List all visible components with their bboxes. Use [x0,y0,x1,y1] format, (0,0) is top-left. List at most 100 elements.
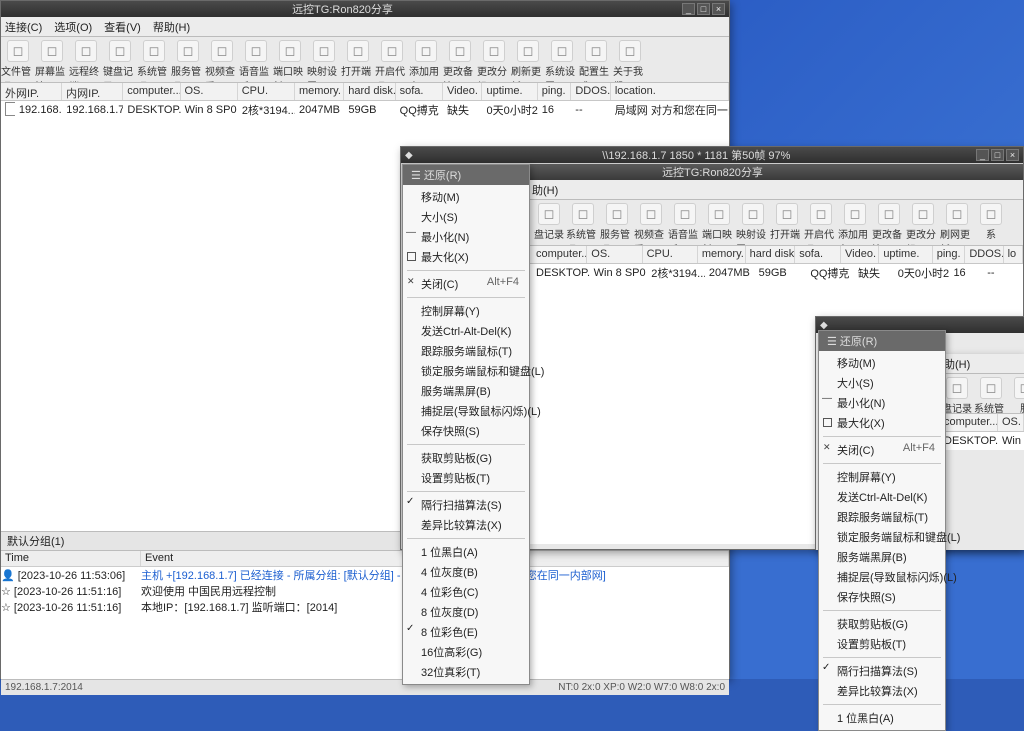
toolbar-开启代理[interactable]: ◻开启代理 [804,202,838,246]
ctx-item[interactable]: 捕捉层(导致鼠标闪烁)(L) [403,401,529,421]
ctx-item[interactable]: 跟踪服务端鼠标(T) [819,507,945,527]
inner-col-4[interactable]: hard disk. [746,246,796,263]
nested-col-0[interactable]: computer... [940,414,998,431]
toolbar-更改分组[interactable]: ◻更改分组 [906,202,940,246]
ctx-item[interactable]: 锁定服务端鼠标和键盘(L) [403,361,529,381]
ctx-item[interactable]: 最大化(X) [403,247,529,267]
ctx-close[interactable]: 关闭(C)Alt+F4 [819,440,945,460]
log-row[interactable]: ☆ [2023-10-26 11:51:16]本地IP：[192.168.1.7… [1,599,729,615]
ctx-item[interactable]: 最大化(X) [819,413,945,433]
toolbar-更改分组[interactable]: ◻更改分组 [477,39,511,83]
close-button[interactable]: × [712,3,725,15]
ctx-item[interactable]: 大小(S) [819,373,945,393]
menu-help[interactable]: 帮助(H) [153,19,190,35]
ctx-item[interactable]: 捕捉层(导致鼠标闪烁)(L) [819,567,945,587]
main-col-12[interactable]: location. [611,83,729,100]
ctx-item[interactable]: 保存快照(S) [403,421,529,441]
main-menubar[interactable]: 连接(C) 选项(O) 查看(V) 帮助(H) [1,17,729,37]
row-checkbox[interactable] [5,102,15,116]
ctx-item[interactable]: 获取剪贴板(G) [819,614,945,634]
ctx-item[interactable]: 服务端黑屏(B) [819,547,945,567]
toolbar-更改备注[interactable]: ◻更改备注 [443,39,477,83]
inner-col-10[interactable]: lo [1004,246,1023,263]
toolbar-屏幕监控[interactable]: ◻屏幕监控 [35,39,69,83]
main-col-7[interactable]: sofa. [396,83,443,100]
ctx-item[interactable]: 最小化(N) [403,227,529,247]
main-col-6[interactable]: hard disk. [344,83,395,100]
ctx-item[interactable]: 4 位灰度(B) [403,562,529,582]
log-col-time[interactable]: Time [1,551,141,566]
toolbar-系[interactable]: ◻系 [974,202,1008,242]
inner-col-3[interactable]: memory. [698,246,746,263]
log-row[interactable]: 👤 [2023-10-26 11:53:06]主机 +[192.168.1.7]… [1,567,729,583]
toolbar-服务管理[interactable]: ◻服务管理 [171,39,205,83]
ctx-item[interactable]: 发送Ctrl-Alt-Del(K) [403,321,529,341]
ctx-item[interactable]: 32位真彩(T) [403,662,529,682]
toolbar-端口映射[interactable]: ◻端口映射 [273,39,307,83]
remote-min-button[interactable]: _ [976,149,989,161]
main-col-0[interactable]: 外网IP. [1,83,62,100]
main-col-2[interactable]: computer... [123,83,180,100]
inner-col-9[interactable]: DDOS. [965,246,1003,263]
inner-col-8[interactable]: ping. [933,246,966,263]
inner-col-5[interactable]: sofa. [795,246,841,263]
ctx-item[interactable]: 服务端黑屏(B) [403,381,529,401]
main-col-5[interactable]: memory. [295,83,344,100]
ctx-close[interactable]: 关闭(C)Alt+F4 [403,274,529,294]
ctx-item[interactable]: 差异比较算法(X) [403,515,529,535]
toolbar-文件管理[interactable]: ◻文件管理 [1,39,35,83]
menu-options[interactable]: 选项(O) [54,19,92,35]
ctx-item[interactable]: 隔行扫描算法(S) [403,495,529,515]
ctx-item[interactable]: 16位高彩(G) [403,642,529,662]
toolbar-视频查看[interactable]: ◻视频查看 [634,202,668,246]
inner-col-0[interactable]: computer... [532,246,587,263]
group-tab-default[interactable]: 默认分组(1) [7,533,64,549]
context-menu-1[interactable]: ☰ 还原(R)移动(M)大小(S)最小化(N)最大化(X)关闭(C)Alt+F4… [402,164,530,685]
toolbar-映射设置[interactable]: ◻映射设置 [736,202,770,246]
main-col-8[interactable]: Video. [443,83,483,100]
log-body[interactable]: 👤 [2023-10-26 11:53:06]主机 +[192.168.1.7]… [1,567,729,615]
main-col-9[interactable]: uptime. [482,83,537,100]
ctx-item[interactable]: 差异比较算法(X) [819,681,945,701]
ctx-item[interactable]: 8 位彩色(E) [403,622,529,642]
menu-view[interactable]: 查看(V) [104,19,141,35]
inner-menu-help[interactable]: 助(H) [532,182,558,198]
remote-max-button[interactable]: □ [991,149,1004,161]
ctx-item[interactable]: 发送Ctrl-Alt-Del(K) [819,487,945,507]
toolbar-配置生成[interactable]: ◻配置生成 [579,39,613,83]
ctx-item[interactable]: 控制屏幕(Y) [403,301,529,321]
toolbar-系统管理[interactable]: ◻系统管理 [137,39,171,83]
ctx-item[interactable]: 最小化(N) [819,393,945,413]
toolbar-关于我们[interactable]: ◻关于我们 [613,39,647,83]
toolbar-系统管理[interactable]: ◻系统管理 [974,376,1008,414]
ctx-item[interactable]: 1 位黑白(A) [403,542,529,562]
ctx-item[interactable]: 8 位灰度(D) [403,602,529,622]
toolbar-语音监听[interactable]: ◻语音监听 [668,202,702,246]
toolbar-打开端口[interactable]: ◻打开端口 [341,39,375,83]
maximize-button[interactable]: □ [697,3,710,15]
nested-menu-help[interactable]: 助(H) [944,356,970,372]
toolbar-刷网更新[interactable]: ◻刷网更新 [940,202,974,246]
toolbar-开启代理[interactable]: ◻开启代理 [375,39,409,83]
minimize-button[interactable]: _ [682,3,695,15]
main-col-11[interactable]: DDOS. [571,83,611,100]
toolbar-服务管理[interactable]: ◻服务管理 [600,202,634,246]
toolbar-映射设置[interactable]: ◻映射设置 [307,39,341,83]
toolbar-打开端口[interactable]: ◻打开端口 [770,202,804,246]
ctx-item[interactable]: 设置剪贴板(T) [819,634,945,654]
toolbar-系统管理[interactable]: ◻系统管理 [566,202,600,246]
ctx-item[interactable]: 4 位彩色(C) [403,582,529,602]
ctx-item[interactable]: 控制屏幕(Y) [819,467,945,487]
ctx-item[interactable]: 移动(M) [819,353,945,373]
inner-col-1[interactable]: OS. [587,246,642,263]
nested-col-1[interactable]: OS. [998,414,1024,431]
ctx-item[interactable]: 获取剪贴板(G) [403,448,529,468]
toolbar-键盘记录[interactable]: ◻键盘记录 [103,39,137,83]
main-col-10[interactable]: ping. [538,83,572,100]
host-grid-header[interactable]: 外网IP.内网IP.computer...OS.CPU.memory.hard … [1,83,729,101]
ctx-item[interactable]: 移动(M) [403,187,529,207]
host-row[interactable]: 192.168.1.7192.168.1.7DESKTOP...Win 8 SP… [1,101,729,119]
toolbar-添加用户[interactable]: ◻添加用户 [409,39,443,83]
toolbar-服[interactable]: ◻服 [1008,376,1024,414]
remote-titlebar[interactable]: ◆ \\192.168.1.7 1850 * 1181 第50帧 97% _ □… [401,147,1023,163]
